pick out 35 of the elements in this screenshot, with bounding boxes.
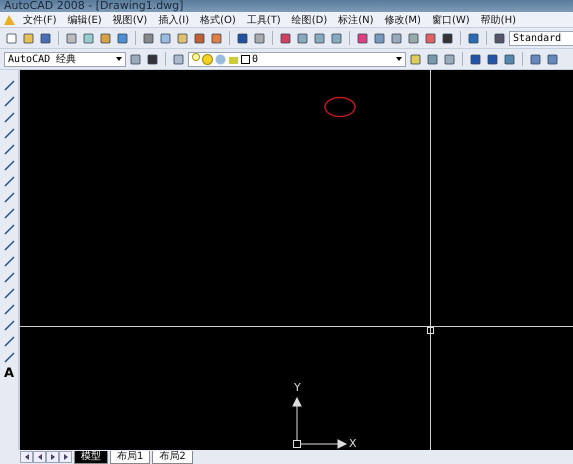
color-swatch-icon bbox=[241, 54, 250, 64]
text-icon[interactable]: A bbox=[4, 366, 14, 381]
menu-item[interactable]: 格式(O) bbox=[195, 12, 241, 26]
window-title: AutoCAD 2008 - [Drawing1.dwg] bbox=[4, 0, 184, 12]
caret-icon bbox=[396, 57, 402, 61]
axis-label: X bbox=[349, 438, 357, 449]
cursor-icon bbox=[425, 325, 436, 336]
arrow-icon bbox=[62, 454, 68, 460]
menu-item[interactable]: 视图(V) bbox=[108, 12, 152, 26]
menu-item[interactable]: 修改(M) bbox=[380, 12, 426, 26]
line-icon[interactable] bbox=[2, 78, 16, 93]
arrow-icon bbox=[50, 454, 56, 460]
menu-item[interactable]: 绘图(D) bbox=[286, 12, 332, 26]
menu-item[interactable]: 插入(I) bbox=[153, 12, 194, 26]
menu-item[interactable]: 文件(F) bbox=[18, 12, 62, 26]
layout-tab[interactable]: 布局2 bbox=[152, 450, 193, 464]
menu-item[interactable]: 标注(N) bbox=[333, 12, 379, 26]
nav-first-button[interactable] bbox=[20, 451, 33, 463]
menu-item[interactable]: 窗口(W) bbox=[426, 12, 475, 26]
nav-next-button[interactable] bbox=[46, 451, 59, 463]
arrow-icon bbox=[36, 454, 42, 460]
menu-item[interactable]: 编辑(E) bbox=[62, 12, 107, 26]
menu-item[interactable]: 帮助(H) bbox=[476, 12, 521, 26]
layout-tab[interactable]: 模型 bbox=[74, 450, 108, 464]
caret-icon bbox=[116, 57, 122, 61]
axis-label: Y bbox=[294, 382, 301, 393]
layer-dropdown[interactable]: 0 bbox=[188, 52, 406, 66]
workspace-dropdown[interactable]: AutoCAD 经典 bbox=[4, 52, 126, 66]
nav-previous-button[interactable] bbox=[33, 451, 46, 463]
layout-tab[interactable]: 布局1 bbox=[110, 450, 150, 464]
ellipse-sketch bbox=[324, 96, 356, 118]
menu-item[interactable]: 工具(T) bbox=[242, 12, 286, 26]
text-style-dropdown[interactable]: Standard bbox=[509, 30, 573, 46]
nav-last-button[interactable] bbox=[59, 451, 72, 463]
arrow-icon bbox=[24, 454, 30, 460]
